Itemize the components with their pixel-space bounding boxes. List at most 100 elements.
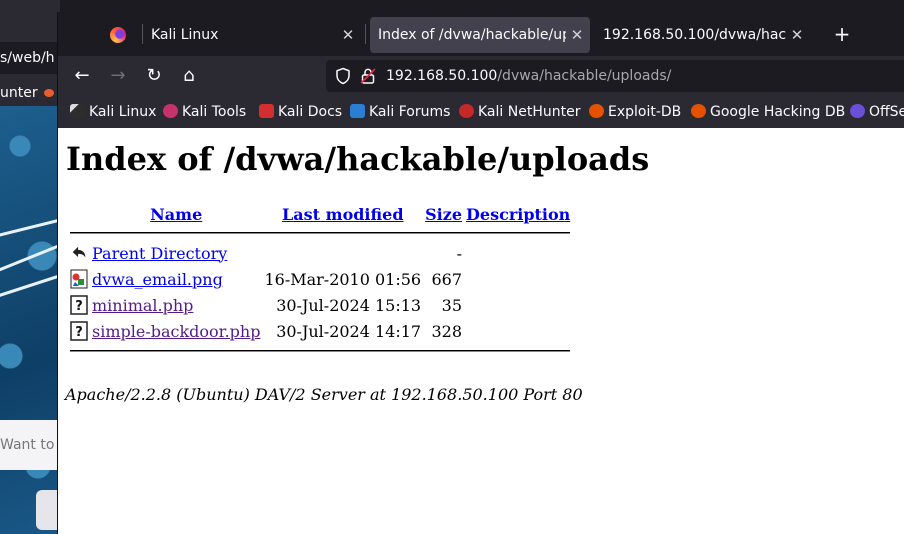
modified-column-header: Last modified: [262, 202, 423, 226]
bookmark-label: Kali NetHunter: [478, 104, 581, 120]
directory-listing: Name Last modified Size Description Pare…: [68, 202, 572, 358]
exploit-db-icon: [44, 89, 55, 97]
background-window: s/web/h unter Want to: [0, 0, 60, 534]
table-row: Parent Directory -: [68, 240, 572, 266]
table-row: ? simple-backdoor.php 30-Jul-2024 14:17 …: [68, 318, 572, 344]
new-tab-button[interactable]: +: [830, 22, 854, 46]
close-icon[interactable]: ✕: [790, 17, 804, 53]
horizontal-rule: [70, 232, 571, 234]
modified-cell: 16-Mar-2010 01:56: [264, 269, 422, 289]
background-input-field[interactable]: Want to: [0, 420, 60, 470]
name-cell: dvwa_email.png: [90, 266, 262, 292]
parent-directory-link[interactable]: Parent Directory: [92, 244, 227, 263]
bookmark-label: Kali Tools: [182, 104, 247, 120]
bookmark-offsec[interactable]: OffSe: [850, 102, 904, 122]
description-cell: [464, 240, 572, 266]
size-cell: 35: [441, 295, 463, 315]
sort-by-modified-link[interactable]: Last modified: [282, 205, 403, 224]
close-icon[interactable]: ✕: [341, 17, 355, 53]
back-button[interactable]: ←: [70, 64, 94, 88]
bookmark-kali-linux[interactable]: Kali Linux: [70, 102, 156, 122]
sort-by-description-link[interactable]: Description: [466, 205, 570, 224]
close-icon[interactable]: ✕: [570, 17, 584, 53]
bookmark-kali-docs[interactable]: Kali Docs: [259, 102, 342, 122]
wallpaper-stroke: [0, 241, 60, 274]
icon-column-header: [68, 202, 90, 226]
unknown-file-icon: ?: [70, 321, 88, 341]
url-host: 192.168.50.100: [386, 68, 498, 84]
description-cell: [464, 266, 572, 292]
kali-dragon-icon: [70, 104, 85, 118]
table-row: ? minimal.php 30-Jul-2024 15:13 35: [68, 292, 572, 318]
file-link-minimal-php[interactable]: minimal.php: [92, 296, 193, 315]
forward-button[interactable]: →: [106, 64, 130, 88]
name-column-header: Name: [90, 202, 262, 226]
tab-uploads-url[interactable]: 192.168.50.100/dvwa/hackable/uploads/ ✕: [595, 17, 810, 53]
image-file-icon: [70, 269, 88, 289]
size-cell: -: [456, 243, 463, 263]
wallpaper-stroke: [0, 216, 60, 239]
back-arrow-icon: [72, 246, 86, 258]
tab-label: Kali Linux: [151, 27, 219, 43]
icon-cell: ?: [68, 318, 90, 344]
horizontal-rule: [70, 350, 571, 352]
offsec-icon: [850, 104, 865, 118]
bookmark-kali-nethunter[interactable]: Kali NetHunter: [459, 102, 580, 122]
page-content: Index of /dvwa/hackable/uploads Name Las…: [58, 128, 904, 534]
tab-separator: [142, 24, 143, 44]
modified-cell: 30-Jul-2024 14:17: [276, 321, 422, 341]
icon-cell: ?: [68, 292, 90, 318]
tab-separator: [365, 24, 366, 44]
table-row: dvwa_email.png 16-Mar-2010 01:56 667: [68, 266, 572, 292]
nethunter-icon: [459, 104, 474, 118]
tab-bar: Kali Linux ✕ Index of /dvwa/hackable/upl…: [58, 12, 904, 56]
bookmark-label: Kali Linux: [89, 104, 157, 120]
shield-icon[interactable]: [334, 67, 352, 85]
kali-docs-icon: [259, 104, 274, 118]
divider: [68, 344, 572, 358]
bookmark-exploit-db[interactable]: Exploit-DB: [589, 102, 681, 122]
url-path: /dvwa/hackable/uploads/: [497, 68, 672, 84]
bookmark-label: Google Hacking DB: [710, 104, 846, 120]
home-button[interactable]: ⌂: [177, 64, 201, 88]
file-link-simple-backdoor-php[interactable]: simple-backdoor.php: [92, 322, 260, 341]
size-cell: 667: [431, 269, 463, 289]
description-cell: [464, 292, 572, 318]
url-bar[interactable]: 192.168.50.100/dvwa/hackable/uploads/: [326, 60, 904, 92]
file-link-dvwa-email[interactable]: dvwa_email.png: [92, 270, 223, 289]
name-cell: simple-backdoor.php: [90, 318, 262, 344]
background-bookmark-label: unter: [0, 85, 38, 101]
tab-index-of-uploads[interactable]: Index of /dvwa/hackable/uploads ✕: [370, 17, 590, 53]
svg-text:?: ?: [75, 325, 83, 340]
firefox-icon: [110, 27, 126, 43]
browser-window: Kali Linux ✕ Index of /dvwa/hackable/upl…: [57, 12, 904, 534]
modified-cell: [262, 240, 423, 266]
bookmark-label: OffSe: [869, 104, 904, 120]
icon-cell: [68, 240, 90, 266]
insecure-lock-icon[interactable]: [359, 67, 377, 85]
tab-kali-linux[interactable]: Kali Linux ✕: [143, 17, 361, 53]
server-signature: Apache/2.2.8 (Ubuntu) DAV/2 Server at 19…: [65, 385, 583, 404]
wallpaper-stroke: [0, 271, 60, 300]
size-column-header: Size: [423, 202, 464, 226]
svg-text:?: ?: [75, 299, 83, 314]
name-cell: minimal.php: [90, 292, 262, 318]
navigation-toolbar: ← → ↻ ⌂ 192.168.50.100/dvwa/hackable/upl…: [58, 56, 904, 96]
page-title: Index of /dvwa/hackable/uploads: [66, 140, 650, 178]
ghdb-icon: [691, 104, 706, 118]
modified-cell: 30-Jul-2024 15:13: [276, 295, 422, 315]
reload-button[interactable]: ↻: [142, 64, 166, 88]
tab-label: Index of /dvwa/hackable/uploads: [378, 27, 566, 43]
sort-by-size-link[interactable]: Size: [425, 205, 462, 224]
bookmark-label: Kali Forums: [369, 104, 451, 120]
bookmark-kali-tools[interactable]: Kali Tools: [163, 102, 246, 122]
description-cell: [464, 318, 572, 344]
listing-header-row: Name Last modified Size Description: [68, 202, 572, 226]
background-url-fragment: s/web/h: [0, 42, 60, 74]
tab-label: 192.168.50.100/dvwa/hackable/uploads/: [603, 27, 786, 43]
name-cell: Parent Directory: [90, 240, 262, 266]
sort-by-name-link[interactable]: Name: [150, 205, 202, 224]
url-text[interactable]: 192.168.50.100/dvwa/hackable/uploads/: [386, 60, 671, 92]
bookmark-google-hacking-db[interactable]: Google Hacking DB: [691, 102, 845, 122]
bookmark-kali-forums[interactable]: Kali Forums: [350, 102, 450, 122]
